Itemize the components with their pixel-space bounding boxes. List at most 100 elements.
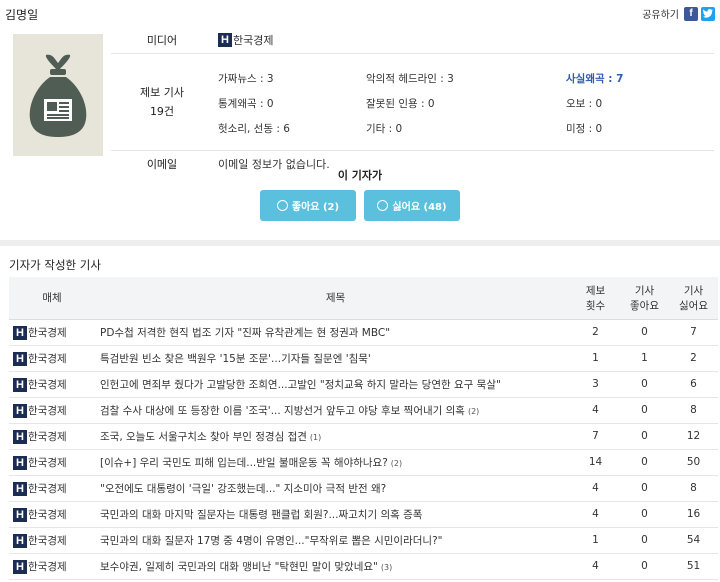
article-dislikes: 16 xyxy=(669,501,718,528)
twitter-icon[interactable] xyxy=(701,6,715,21)
comment-count: (2) xyxy=(390,458,403,468)
report-category: 기타 : 0 xyxy=(366,123,403,135)
article-media: H 한국경제 xyxy=(9,501,95,528)
facebook-icon[interactable]: f xyxy=(684,6,698,21)
article-media: H 한국경제 xyxy=(9,475,95,502)
articles-table: 매체 제목 제보 횟수 기사 좋아요 기사 싫어요 H 한국경제 PD수첩 저격한 현직 … xyxy=(9,277,718,580)
media-logo-icon: H xyxy=(13,377,27,392)
section-divider xyxy=(0,240,720,246)
dislike-label: 싫어요 (48) xyxy=(392,202,447,213)
article-media: H 한국경제 xyxy=(9,397,95,424)
table-row[interactable]: H 한국경제 국민과의 대화 질문자 17명 중 4명이 유명인..."무작위로 뽑… xyxy=(9,527,718,554)
article-media-name[interactable]: 한국경제 xyxy=(28,431,67,443)
header-title[interactable]: 제목 xyxy=(95,277,571,320)
article-reports: 4 xyxy=(571,553,620,580)
media-name[interactable]: 한국경제 xyxy=(233,34,273,47)
article-title-link[interactable]: 검찰 수사 대상에 또 등장한 이름 '조국'... 지방선거 앞두고 야당 후… xyxy=(100,405,465,417)
header-media[interactable]: 매체 xyxy=(9,277,95,320)
media-logo-icon: H xyxy=(13,351,27,366)
reporter-profile-card: 미디어 H 한국경제 제보 기사 19건 가짜뉴스 : 3 악의적 헤드라인 : 3… xyxy=(6,28,714,236)
article-dislikes: 8 xyxy=(669,397,718,424)
article-reports: 4 xyxy=(571,475,620,502)
article-title-link[interactable]: 국민과의 대화 마지막 질문자는 대통령 팬클럽 회원?...짜고치기 의혹 증… xyxy=(100,509,422,521)
article-dislikes: 8 xyxy=(669,475,718,502)
article-media-name[interactable]: 한국경제 xyxy=(28,561,67,573)
report-count: 19건 xyxy=(149,105,175,118)
report-breakdown-cell: 가짜뉴스 : 3 악의적 헤드라인 : 3 사실왜곡 : 7 통계왜곡 : 0 잘못된 … xyxy=(213,53,714,151)
rating-buttons: 좋아요 (2) 싫어요 (48) xyxy=(6,190,714,221)
article-media-name[interactable]: 한국경제 xyxy=(28,379,67,391)
comment-count: (2) xyxy=(467,406,480,416)
articles-section-title: 기자가 작성한 기사 xyxy=(9,258,101,272)
smile-icon xyxy=(276,200,288,211)
article-title-cell: 특검반원 빈소 찾은 백원우 '15분 조문'...기자들 질문엔 '침묵' xyxy=(95,345,571,372)
article-media-name[interactable]: 한국경제 xyxy=(28,483,67,495)
article-media: H 한국경제 xyxy=(9,423,95,450)
header-reports-line1: 제보 xyxy=(585,284,606,297)
table-row[interactable]: H 한국경제 국민과의 대화 마지막 질문자는 대통령 팬클럽 회원?...짜고치기… xyxy=(9,501,718,528)
article-likes: 0 xyxy=(620,475,669,502)
article-media-name[interactable]: 한국경제 xyxy=(28,535,67,547)
report-category: 사실왜곡 : 7 xyxy=(566,73,624,85)
dislike-button[interactable]: 싫어요 (48) xyxy=(364,190,460,221)
article-dislikes: 51 xyxy=(669,553,718,580)
article-reports: 2 xyxy=(571,319,620,346)
reporter-name: 김명일 xyxy=(5,8,39,22)
media-label: 미디어 xyxy=(111,28,213,54)
table-row[interactable]: H 한국경제 [이슈+] 우리 국민도 피해 입는데...반일 불매운동 꼭 해야하… xyxy=(9,449,718,476)
table-row[interactable]: H 한국경제 조국, 오늘도 서울구치소 찾아 부인 정경심 접견 (1) 7 0 12 xyxy=(9,423,718,450)
like-button[interactable]: 좋아요 (2) xyxy=(260,190,356,221)
article-likes: 0 xyxy=(620,501,669,528)
article-title-cell: 국민과의 대화 질문자 17명 중 4명이 유명인..."무작위로 뽑은 시민이… xyxy=(95,527,571,554)
media-logo-icon: H xyxy=(13,559,27,574)
article-title-link[interactable]: "오전에도 대통령이 '극일' 강조했는데..." 지소미아 극적 반전 왜? xyxy=(100,483,386,495)
header-reports-line2: 횟수 xyxy=(585,299,606,312)
article-likes: 1 xyxy=(620,345,669,372)
header-reports[interactable]: 제보횟수 xyxy=(571,277,620,320)
header-dislikes[interactable]: 기사 싫어요 xyxy=(669,277,718,320)
article-title-link[interactable]: 국민과의 대화 질문자 17명 중 4명이 유명인..."무작위로 뽑은 시민이… xyxy=(100,535,442,547)
table-row[interactable]: H 한국경제 검찰 수사 대상에 또 등장한 이름 '조국'... 지방선거 앞두고… xyxy=(9,397,718,424)
article-media-name[interactable]: 한국경제 xyxy=(28,405,67,417)
comment-count: (3) xyxy=(380,562,393,572)
article-media-name[interactable]: 한국경제 xyxy=(28,353,67,365)
article-likes: 0 xyxy=(620,527,669,554)
article-likes: 0 xyxy=(620,423,669,450)
report-count-row: 제보 기사 19건 가짜뉴스 : 3 악의적 헤드라인 : 3 사실왜곡 : 7 통계… xyxy=(111,53,714,151)
money-bag-news-icon xyxy=(29,54,87,137)
report-category: 오보 : 0 xyxy=(566,98,603,110)
frown-icon xyxy=(377,200,389,211)
article-reports: 1 xyxy=(571,527,620,554)
article-title-cell: 조국, 오늘도 서울구치소 찾아 부인 정경심 접견 (1) xyxy=(95,423,571,450)
table-row[interactable]: H 한국경제 "오전에도 대통령이 '극일' 강조했는데..." 지소미아 극적 반… xyxy=(9,475,718,502)
media-cell: H 한국경제 xyxy=(213,28,714,54)
article-media: H 한국경제 xyxy=(9,553,95,580)
article-title-link[interactable]: 특검반원 빈소 찾은 백원우 '15분 조문'...기자들 질문엔 '침묵' xyxy=(100,353,371,365)
report-category: 미정 : 0 xyxy=(566,123,603,135)
rating-box: 이 기자가 좋아요 (2) 싫어요 (48) xyxy=(6,167,714,221)
article-title-link[interactable]: 조국, 오늘도 서울구치소 찾아 부인 정경심 접견 xyxy=(100,431,307,443)
media-logo-icon: H xyxy=(13,429,27,444)
article-likes: 0 xyxy=(620,371,669,398)
article-media-name[interactable]: 한국경제 xyxy=(28,327,67,339)
article-dislikes: 50 xyxy=(669,449,718,476)
articles-body: H 한국경제 PD수첩 저격한 현직 법조 기자 "진짜 유착관계는 현 정권과 M… xyxy=(9,319,718,580)
article-media-name[interactable]: 한국경제 xyxy=(28,509,67,521)
article-title-link[interactable]: PD수첩 저격한 현직 법조 기자 "진짜 유착관계는 현 정권과 MBC" xyxy=(100,327,390,339)
header-dislikes-line1: 기사 xyxy=(683,284,704,297)
table-row[interactable]: H 한국경제 인헌고에 면죄부 줬다가 고발당한 조희연...고발인 "정치교육 하… xyxy=(9,371,718,398)
article-title-link[interactable]: 인헌고에 면죄부 줬다가 고발당한 조희연...고발인 "정치교육 하지 말라는… xyxy=(100,379,501,391)
article-media-name[interactable]: 한국경제 xyxy=(28,457,67,469)
article-dislikes: 7 xyxy=(669,319,718,346)
article-likes: 0 xyxy=(620,397,669,424)
article-title-link[interactable]: 보수야권, 일제히 국민과의 대화 맹비난 "탁현민 말이 맞았네요" xyxy=(100,561,378,573)
table-row[interactable]: H 한국경제 특검반원 빈소 찾은 백원우 '15분 조문'...기자들 질문엔 '… xyxy=(9,345,718,372)
table-row[interactable]: H 한국경제 PD수첩 저격한 현직 법조 기자 "진짜 유착관계는 현 정권과 M… xyxy=(9,319,718,346)
article-media: H 한국경제 xyxy=(9,319,95,346)
article-reports: 7 xyxy=(571,423,620,450)
table-row[interactable]: H 한국경제 보수야권, 일제히 국민과의 대화 맹비난 "탁현민 말이 맞았네요"… xyxy=(9,553,718,580)
article-reports: 4 xyxy=(571,501,620,528)
media-logo-icon: H xyxy=(13,533,27,548)
article-title-link[interactable]: [이슈+] 우리 국민도 피해 입는데...반일 불매운동 꼭 해야하나요? xyxy=(100,457,388,469)
header-likes[interactable]: 기사 좋아요 xyxy=(620,277,669,320)
